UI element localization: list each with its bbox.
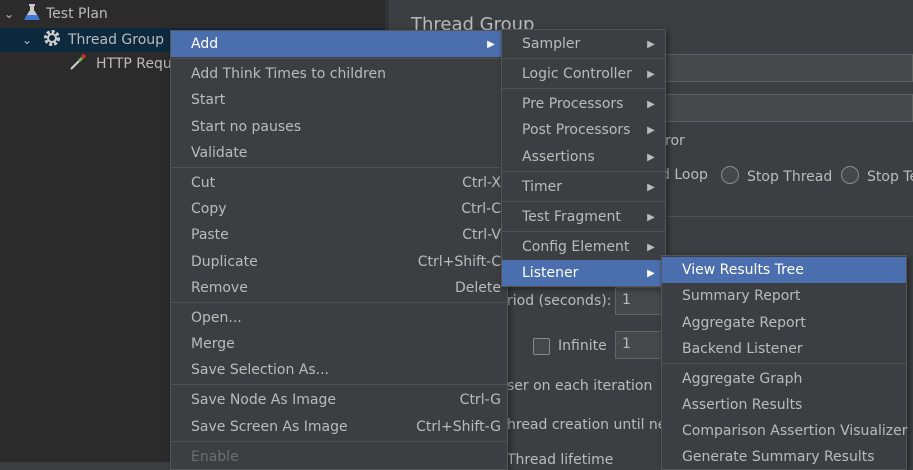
menu-item-save-node-as-image[interactable]: Save Node As Image Ctrl-G	[171, 387, 507, 413]
menu-item-add-think-times[interactable]: Add Think Times to children	[171, 61, 507, 87]
menu-separator	[502, 58, 665, 59]
menu-item-remove[interactable]: Remove Delete	[171, 275, 507, 301]
menu-separator	[171, 441, 507, 442]
menu-item-pre-processors[interactable]: Pre Processors ▶	[502, 91, 665, 117]
menu-item-generate-summary-results[interactable]: Generate Summary Results	[662, 444, 906, 470]
menu-item-test-fragment[interactable]: Test Fragment ▶	[502, 204, 665, 230]
menu-separator	[502, 231, 665, 232]
chevron-right-icon: ▶	[647, 68, 655, 80]
menu-item-start[interactable]: Start	[171, 87, 507, 113]
tree-node-label: Thread Group	[68, 32, 165, 48]
infinite-checkbox[interactable]	[533, 338, 550, 355]
menu-item-merge[interactable]: Merge	[171, 331, 507, 357]
chevron-right-icon: ▶	[647, 98, 655, 110]
flask-icon	[24, 3, 42, 25]
menu-item-enable: Enable	[191, 449, 239, 465]
menu-item-aggregate-report[interactable]: Aggregate Report	[662, 310, 906, 336]
chevron-right-icon: ▶	[487, 38, 495, 50]
radio-stop-thread[interactable]: Stop Thread	[721, 166, 832, 185]
chevron-right-icon: ▶	[647, 181, 655, 193]
thread-lifetime-label: Thread lifetime	[507, 452, 614, 468]
radio-button[interactable]	[721, 166, 739, 184]
menu-item-save-selection-as[interactable]: Save Selection As...	[171, 357, 507, 383]
tree-node-label: HTTP Requ	[96, 56, 172, 72]
menu-item-assertions[interactable]: Assertions ▶	[502, 144, 665, 170]
tree-node-test-plan[interactable]: ⌄ Test Plan	[0, 2, 385, 26]
chevron-right-icon: ▶	[647, 38, 655, 50]
menu-separator	[171, 384, 507, 385]
radio-button[interactable]	[841, 166, 859, 184]
menu-item-sampler[interactable]: Sampler ▶	[502, 31, 665, 57]
menu-item-backend-listener[interactable]: Backend Listener	[662, 336, 906, 362]
add-submenu: Sampler ▶ Logic Controller ▶ Pre Processor…	[501, 29, 666, 287]
menu-separator	[502, 171, 665, 172]
menu-item-assertion-results[interactable]: Assertion Results	[662, 392, 906, 418]
menu-item-timer[interactable]: Timer ▶	[502, 174, 665, 200]
chevron-right-icon: ▶	[647, 241, 655, 253]
chevron-right-icon: ▶	[647, 211, 655, 223]
listener-submenu: View Results Tree Summary Report Aggrega…	[661, 255, 907, 470]
menu-item-duplicate[interactable]: Duplicate Ctrl+Shift-C	[171, 249, 507, 275]
chevron-right-icon: ▶	[647, 151, 655, 163]
menu-item-logic-controller[interactable]: Logic Controller ▶	[502, 61, 665, 87]
chevron-down-icon[interactable]: ⌄	[2, 7, 16, 21]
menu-separator	[171, 302, 507, 303]
gear-icon	[42, 28, 62, 52]
menu-item-open[interactable]: Open...	[171, 305, 507, 331]
pipette-icon	[68, 52, 90, 76]
menu-separator	[502, 88, 665, 89]
menu-separator	[171, 167, 507, 168]
chevron-down-icon[interactable]: ⌄	[20, 33, 34, 47]
radio-start-next-loop-label: d Loop	[661, 167, 708, 183]
menu-item-comparison-assertion-visualizer[interactable]: Comparison Assertion Visualizer	[662, 418, 907, 444]
chevron-right-icon: ▶	[647, 267, 655, 279]
menu-item-post-processors[interactable]: Post Processors ▶	[502, 117, 665, 143]
same-user-label: ser on each iteration	[507, 378, 653, 394]
menu-item-save-screen-as-image[interactable]: Save Screen As Image Ctrl+Shift-G	[171, 414, 507, 440]
menu-separator	[171, 58, 507, 59]
menu-item-add[interactable]: Add ▶	[171, 31, 507, 57]
menu-item-cut[interactable]: Cut Ctrl-X	[171, 170, 507, 196]
menu-item-validate[interactable]: Validate	[171, 140, 507, 166]
menu-item-config-element[interactable]: Config Element ▶	[502, 234, 665, 260]
menu-item-copy[interactable]: Copy Ctrl-C	[171, 196, 507, 222]
menu-item-start-no-pauses[interactable]: Start no pauses	[171, 114, 507, 140]
delay-thread-creation-label: hread creation until nee	[507, 417, 676, 433]
ramp-up-label: riod (seconds):	[507, 293, 612, 309]
menu-item-view-results-tree[interactable]: View Results Tree	[662, 257, 906, 283]
chevron-right-icon: ▶	[647, 124, 655, 136]
menu-item-listener[interactable]: Listener ▶	[502, 260, 665, 286]
radio-stop-test[interactable]: Stop Te	[841, 166, 913, 185]
menu-item-summary-report[interactable]: Summary Report	[662, 283, 906, 309]
infinite-label: Infinite	[558, 338, 607, 354]
menu-item-aggregate-graph[interactable]: Aggregate Graph	[662, 366, 906, 392]
menu-item-paste[interactable]: Paste Ctrl-V	[171, 222, 507, 248]
menu-separator	[502, 201, 665, 202]
tree-node-label: Test Plan	[46, 6, 108, 22]
menu-separator	[662, 363, 906, 364]
context-menu: Add ▶ Add Think Times to children Start …	[170, 30, 508, 470]
error-action-label: ror	[665, 133, 685, 149]
